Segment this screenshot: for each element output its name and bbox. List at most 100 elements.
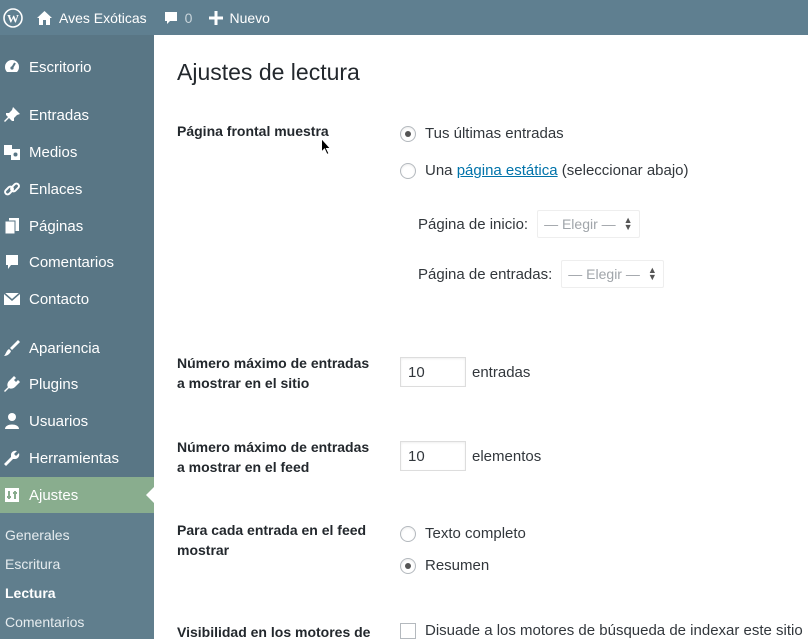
discourage-search-checkbox[interactable] [400,622,416,639]
label-line: a mostrar en el sitio [177,375,310,391]
discourage-search-option[interactable]: Disuade a los motores de búsqueda de ind… [400,622,803,639]
feed-items-input[interactable]: 10 [400,441,466,471]
pin-icon [2,105,22,125]
submenu-escritura[interactable]: Escritura [5,556,60,572]
plugins-icon [2,374,22,394]
comment-bubble-icon [164,11,177,24]
admin-bar: W Aves Exóticas 0 Nuevo [0,0,808,35]
menu-item-escritorio[interactable]: Escritorio [0,52,154,82]
mail-icon [2,289,22,309]
label-line: a mostrar en el feed [177,459,310,475]
menu-item-entradas[interactable]: Entradas [0,100,154,130]
menu-label: Herramientas [29,449,120,467]
home-icon [37,10,52,25]
posts-per-page-input[interactable]: 10 [400,357,466,387]
menu-label: Ajustes [29,486,79,504]
select-arrows-icon: ▲ ▼ [623,215,633,232]
radio-latest[interactable] [400,125,416,142]
wordpress-logo-icon[interactable]: W [0,0,26,35]
menu-label: Usuarios [29,412,89,430]
feed-content-label: Para cada entrada en el feed mostrar [177,520,366,560]
posts-per-page-row: 10 entradas [400,357,530,387]
feed-items-label: Número máximo de entradas a mostrar en e… [177,437,369,477]
front-page-latest-option[interactable]: Tus últimas entradas [400,125,564,142]
visibility-label: Visibilidad en los motores de [177,624,371,639]
menu-item-medios[interactable]: Medios [0,137,154,167]
front-page-label: Página frontal muestra [177,123,329,139]
select-arrows-icon: ▲ ▼ [647,265,657,282]
posts-page-row: Página de entradas: — Elegir — ▲ ▼ [418,260,664,288]
new-content-button[interactable]: Nuevo [209,0,270,35]
svg-text:W: W [7,11,19,25]
static-page-link[interactable]: página estática [457,162,558,179]
radio-summary[interactable] [400,557,416,574]
pages-icon [2,216,22,236]
submenu-generales[interactable]: Generales [5,527,70,543]
submenu-comentarios[interactable]: Comentarios [5,614,84,630]
menu-label: Entradas [29,106,90,124]
posts-per-page-label: Número máximo de entradas a mostrar en e… [177,353,369,393]
checkbox-label: Disuade a los motores de búsqueda de ind… [425,622,803,639]
dashboard-icon [2,57,22,77]
comments-count: 0 [184,9,193,26]
wrench-icon [2,448,22,468]
front-page-static-option[interactable]: Una página estática (seleccionar abajo) [400,162,689,179]
site-name: Aves Exóticas [59,9,147,26]
menu-item-enlaces[interactable]: Enlaces [0,174,154,204]
comments-link[interactable]: 0 [163,0,193,35]
menu-label: Escritorio [29,58,92,76]
menu-item-plugins[interactable]: Plugins [0,369,154,399]
menu-label: Apariencia [29,339,100,357]
posts-page-label: Página de entradas: [418,265,553,283]
new-label: Nuevo [229,9,270,26]
menu-item-usuarios[interactable]: Usuarios [0,406,154,436]
links-icon [2,179,22,199]
menu-item-comentarios[interactable]: Comentarios [0,247,154,277]
menu-item-apariencia[interactable]: Apariencia [0,333,154,363]
radio-full-text[interactable] [400,525,416,542]
menu-item-herramientas[interactable]: Herramientas [0,443,154,473]
menu-label: Contacto [29,290,90,308]
menu-label: Plugins [29,375,79,393]
home-page-label: Página de inicio: [418,215,529,233]
label-line: Número máximo de entradas [177,439,370,455]
media-icon [2,142,22,162]
option-label: Una [425,162,453,179]
menu-item-ajustes[interactable]: Ajustes [0,477,154,513]
home-page-row: Página de inicio: — Elegir — ▲ ▼ [418,210,640,238]
submenu-lectura[interactable]: Lectura [5,585,56,601]
feed-items-row: 10 elementos [400,441,541,471]
page-title: Ajustes de lectura [177,59,360,85]
settings-icon [2,485,22,505]
option-suffix: (seleccionar abajo) [561,162,689,179]
comments-icon [2,252,22,272]
menu-item-contacto[interactable]: Contacto [0,284,154,314]
site-name-link[interactable]: Aves Exóticas [36,0,147,35]
menu-label: Páginas [29,217,84,235]
label-line: Número máximo de entradas [177,355,370,371]
select-value: — Elegir — [568,266,640,282]
users-icon [2,411,22,431]
option-label: Texto completo [425,525,526,542]
label-line: mostrar [177,542,230,558]
mouse-cursor-icon [321,137,332,161]
brush-icon [2,338,22,358]
main-content: Ajustes de lectura Página frontal muestr… [155,35,808,639]
plus-icon [209,10,224,25]
unit-label: entradas [472,363,531,381]
menu-item-paginas[interactable]: Páginas [0,211,154,241]
feed-summary-option[interactable]: Resumen [400,557,489,574]
radio-static[interactable] [400,162,416,179]
menu-label: Medios [29,143,78,161]
menu-label: Comentarios [29,253,115,271]
option-label: Tus últimas entradas [425,125,564,142]
feed-full-text-option[interactable]: Texto completo [400,525,526,542]
label-line: Para cada entrada en el feed [177,522,367,538]
select-value: — Elegir — [544,216,616,232]
home-page-select[interactable]: — Elegir — ▲ ▼ [537,210,640,238]
menu-label: Enlaces [29,180,83,198]
unit-label: elementos [472,447,542,465]
settings-submenu: Generales Escritura Lectura Comentarios [0,513,154,639]
posts-page-select[interactable]: — Elegir — ▲ ▼ [561,260,664,288]
option-label: Resumen [425,557,490,574]
